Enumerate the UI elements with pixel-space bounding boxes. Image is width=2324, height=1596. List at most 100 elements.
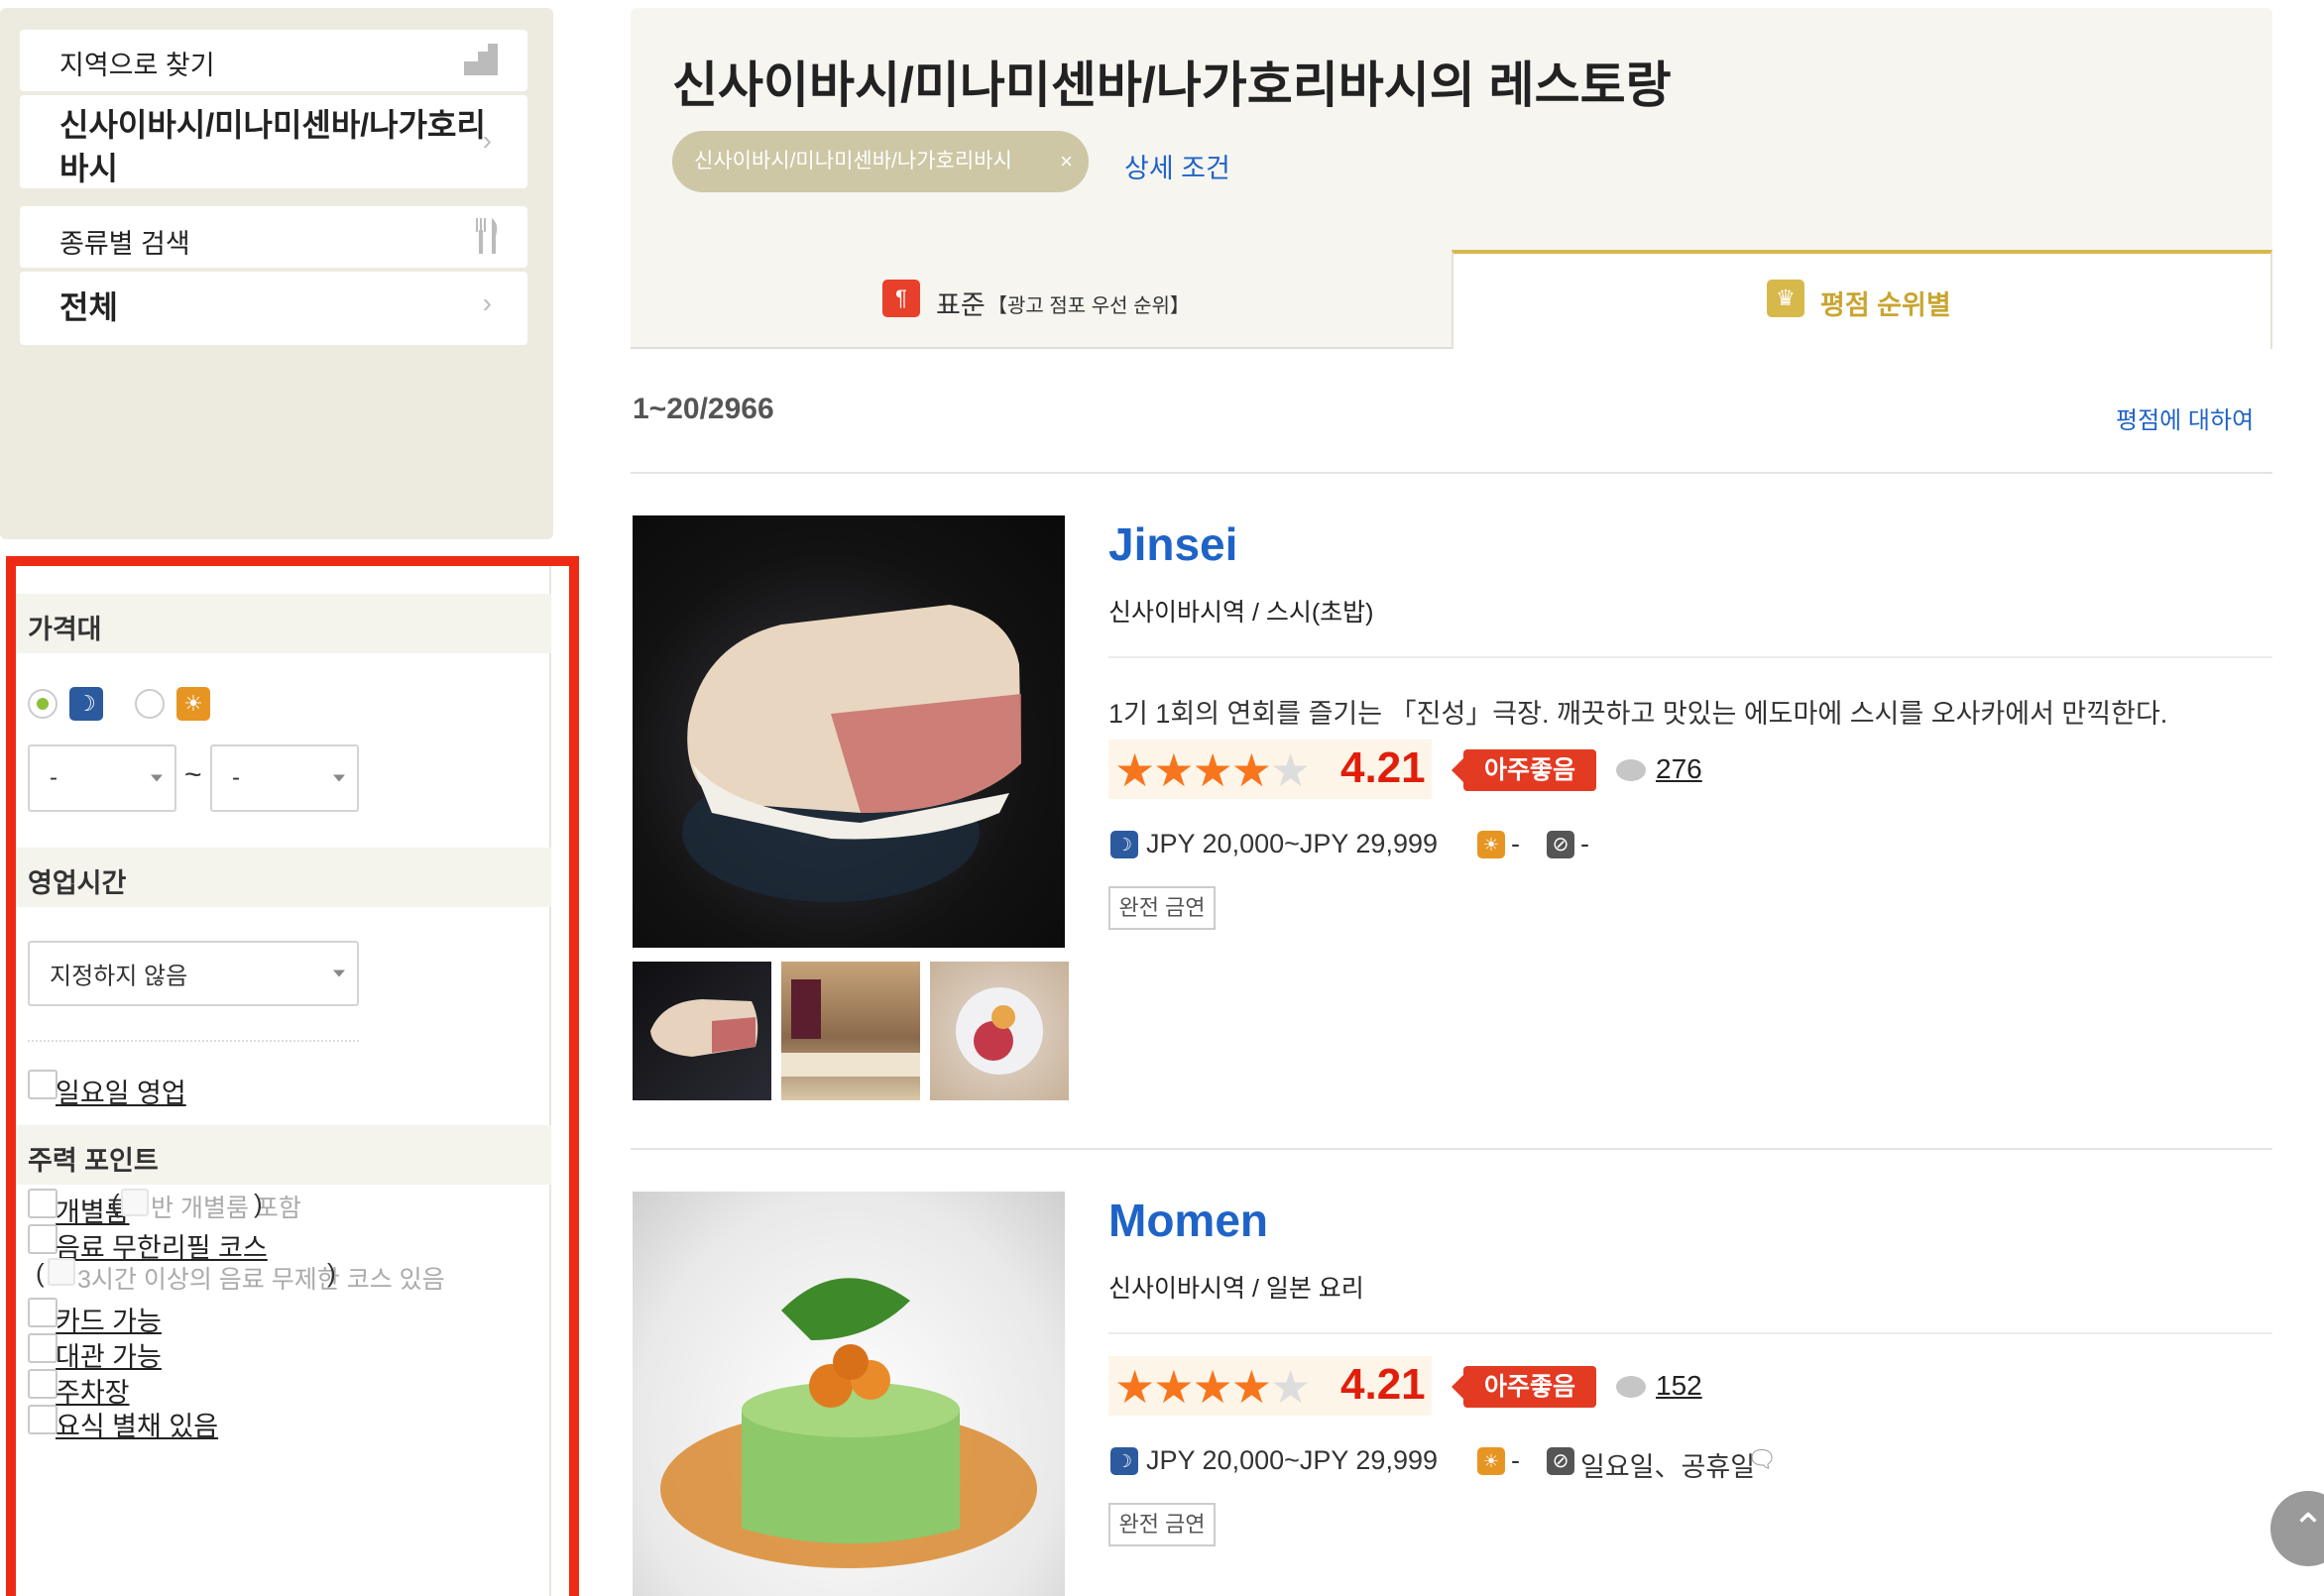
dinner-price: JPY 20,000~JPY 29,999 [1146,829,1438,858]
genre-search-label: 종류별 검색 [59,229,190,259]
about-rating-link[interactable]: 평점에 대하여 [2116,400,2254,435]
restaurant-genre: 신사이바시역 / 일본 요리 [1108,1275,1364,1303]
price-min-value: - [50,764,58,791]
sunday-checkbox[interactable] [28,1070,58,1099]
review-count[interactable]: 152 [1656,1370,1702,1402]
paren-open: ( [111,1189,120,1218]
tab-standard[interactable]: ¶ 표준 【광고 점포 우선 순위】 [631,250,1452,349]
rating-score: 4.21 [1340,743,1426,792]
area-select[interactable]: 신사이바시/미나미센바/나가호리바시 › [20,95,527,188]
divider [631,1148,2272,1150]
star-empty: ★ [1269,1361,1311,1413]
close-icon[interactable]: × [1060,131,1073,192]
chevron-right-icon: › [482,287,492,318]
restaurant-main-photo[interactable] [633,515,1065,948]
lunch-price: - [1511,1445,1520,1475]
rating-badge: 아주좋음 [1452,1366,1596,1408]
restaurant-description: 1기 1회의 연회를 즐기는 「진성」극장. 깨끗하고 맛있는 에도마에 스시를… [1108,699,2168,729]
crown-icon: ♛ [1767,280,1804,317]
sun-icon: ☀ [176,687,210,721]
genre-select[interactable]: 전체 › [20,272,527,345]
range-tilde: ~ [184,758,202,791]
area-chip[interactable]: 신사이바시/미나미센바/나가호리바시 × [672,131,1089,192]
tab-rank-label: 평점 순위별 [1820,290,1951,320]
moon-icon: ☽ [69,687,103,721]
restaurant-name[interactable]: Momen [1108,1194,1268,1247]
star-rating: ★★★★★ [1114,1360,1311,1414]
hours-select[interactable]: 지정하지 않음 [28,941,359,1006]
parking-checkbox[interactable] [28,1369,58,1399]
semi-private-checkbox[interactable] [121,1189,149,1216]
closed-days: 일요일、공휴일 [1580,1452,1756,1482]
paren-close: ) [327,1258,336,1288]
divider [631,472,2272,474]
star-empty: ★ [1269,744,1311,796]
dinner-price: JPY 20,000~JPY 29,999 [1146,1445,1438,1475]
partial-checkbox[interactable] [28,1405,58,1434]
moon-icon: ☽ [1110,1447,1138,1475]
sushi-thumb-image [650,999,758,1057]
all-you-drink-checkbox[interactable] [28,1224,58,1254]
price-section-header: 가격대 [16,594,551,653]
sushi-image [682,605,1021,902]
paren-close: ) [254,1189,263,1218]
private-room-checkbox[interactable] [28,1189,58,1218]
rental-label[interactable]: 대관 가능 [56,1335,162,1374]
rating-score: 4.21 [1340,1360,1426,1409]
three-hours-label: 3시간 이상의 음료 무제한 코스 있음 [77,1266,445,1294]
lunch-radio[interactable] [135,689,165,719]
hours-title: 영업시간 [28,868,127,898]
rating-box: ★★★★★ 4.21 [1108,740,1432,799]
divider [28,1040,359,1042]
arrow-up-icon[interactable]: ⌃ [2270,1491,2324,1566]
card-label[interactable]: 카드 가능 [56,1300,162,1338]
hours-section-header: 영업시간 [16,848,551,907]
area-name: 신사이바시/미나미센바/나가호리바시 [59,107,486,186]
thumbnail-dish[interactable] [930,962,1069,1100]
filter-inner: 가격대 ☽ ☀ - ~ - 영업시간 지정하지 않음 일요일 영업 주력 포인트… [16,566,551,1596]
rating-badge: 아주좋음 [1452,749,1596,791]
comment-icon[interactable]: 🗨 [1747,1445,1777,1474]
closed-days: - [1580,829,1589,858]
stars-filled: ★★★★ [1114,744,1272,796]
detail-conditions-link[interactable]: 상세 조건 [1124,147,1230,185]
fork-knife-icon [476,218,498,254]
sidebar: 지역으로 찾기 신사이바시/미나미센바/나가호리바시 › 종류별 검색 전체 › [0,8,553,539]
semi-private-label: 반 개별룸 포함 [151,1195,301,1222]
review-count[interactable]: 276 [1656,753,1702,785]
tab-standard-note: 【광고 점포 우선 순위】 [988,295,1190,317]
speech-bubble-icon [1616,759,1646,781]
price-min-select[interactable]: - [28,744,176,812]
price-max-select[interactable]: - [210,744,359,812]
divider [1108,656,2272,658]
tofu-dish-image [660,1278,1037,1568]
sunday-label[interactable]: 일요일 영업 [56,1072,186,1110]
building-icon [464,44,498,75]
dinner-radio[interactable] [28,689,58,719]
tab-rating-rank[interactable]: ♛ 평점 순위별 [1452,250,2272,349]
partial-label[interactable]: 요식 별채 있음 [56,1405,218,1443]
restaurant-main-photo[interactable] [633,1192,1065,1596]
lunch-price: - [1511,829,1520,858]
page-title: 신사이바시/미나미센바/나가호리바시의 레스토랑 [672,57,1672,113]
features-title: 주력 포인트 [28,1146,159,1176]
chip-label: 신사이바시/미나미센바/나가호리바시 [694,150,1012,172]
stars-filled: ★★★★ [1114,1361,1272,1413]
area-search-label: 지역으로 찾기 [59,51,215,80]
interior-thumb-image [781,979,920,1077]
genre-search-header: 종류별 검색 [20,206,527,268]
thumbnail-sushi[interactable] [633,962,771,1100]
three-hours-checkbox[interactable] [48,1258,75,1286]
moon-icon: ☽ [1110,831,1138,858]
card-checkbox[interactable] [28,1298,58,1327]
features-section-header: 주력 포인트 [16,1125,551,1185]
restaurant-genre: 신사이바시역 / 스시(초밥) [1108,599,1374,627]
area-header: 신사이바시/미나미센바/나가호리바시의 레스토랑 신사이바시/미나미센바/나가호… [631,8,2272,349]
price-max-value: - [232,764,240,791]
rental-checkbox[interactable] [28,1333,58,1363]
filter-panel: 가격대 ☽ ☀ - ~ - 영업시간 지정하지 않음 일요일 영업 주력 포인트… [6,556,579,1596]
thumbnail-interior[interactable] [781,962,920,1100]
restaurant-name[interactable]: Jinsei [1108,517,1237,571]
result-count: 1~20/2966 [633,393,774,425]
paren-open: ( [36,1258,45,1288]
